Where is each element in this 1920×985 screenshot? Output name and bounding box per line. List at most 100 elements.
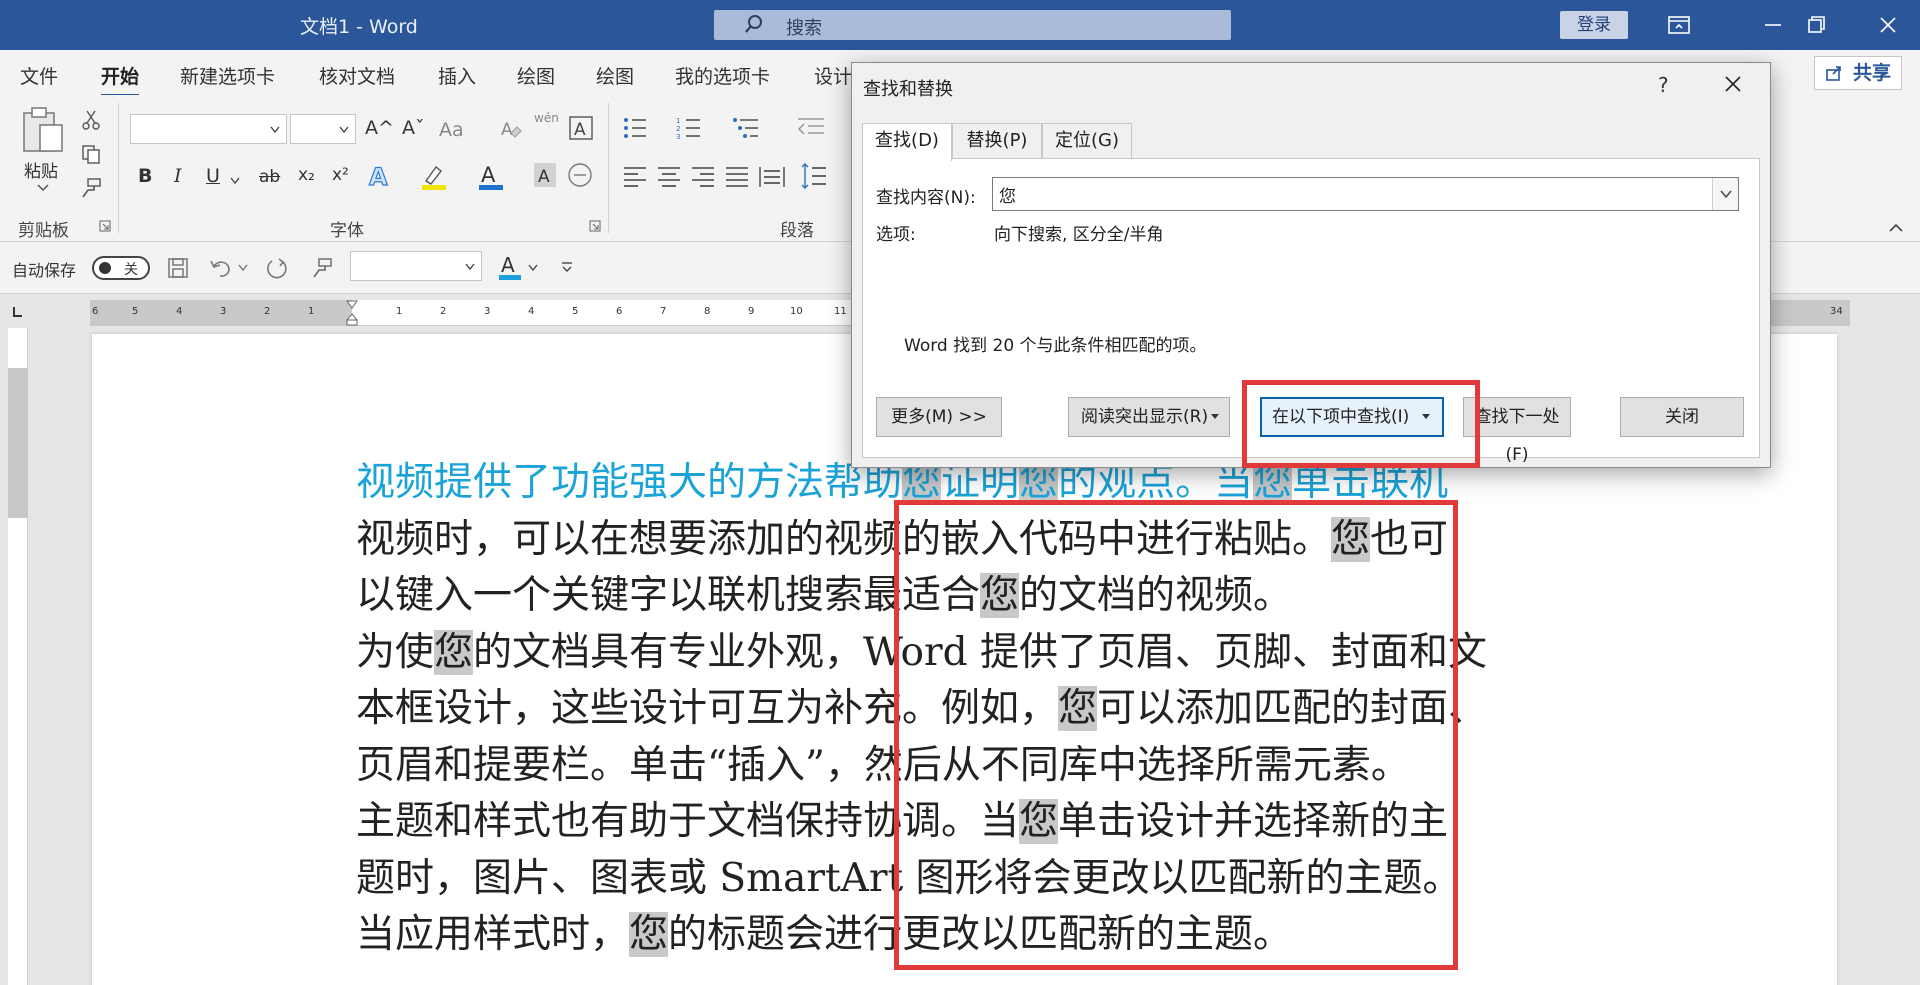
style-combo[interactable] [350, 251, 482, 281]
close-window-icon[interactable] [1875, 12, 1901, 38]
find-what-input[interactable]: 您 [992, 177, 1739, 211]
tab-home[interactable]: 开始 [101, 62, 140, 97]
font-color-qat-dropdown-icon[interactable] [528, 264, 538, 272]
tab-selector-icon[interactable] [10, 304, 26, 320]
search-input[interactable]: 搜索 [714, 10, 1231, 40]
autosave-label: 自动保存 [12, 261, 77, 280]
red-annotation-box-find-in [1242, 380, 1480, 468]
strikethrough-button[interactable]: ab [259, 167, 280, 187]
underline-dropdown-icon[interactable] [230, 177, 240, 185]
more-button[interactable]: 更多(M) >> [876, 397, 1002, 437]
options-value: 向下搜索, 区分全/半角 [994, 225, 1164, 245]
find-what-value: 您 [999, 187, 1016, 207]
font-color-icon[interactable]: A [477, 161, 505, 191]
undo-dropdown-icon[interactable] [238, 264, 248, 272]
help-button[interactable]: ? [1658, 73, 1669, 97]
indent-marker-icon[interactable] [345, 300, 359, 326]
tab-my-tab[interactable]: 我的选项卡 [675, 62, 770, 89]
italic-button[interactable]: I [174, 165, 182, 187]
search-match-highlight: 您 [629, 912, 669, 957]
line-spacing-icon[interactable] [798, 163, 828, 189]
enclose-characters-icon[interactable] [566, 161, 594, 189]
character-border-icon[interactable]: A [568, 115, 594, 141]
tab-draw[interactable]: 绘图 [517, 62, 555, 89]
font-color-qat-icon[interactable]: A [496, 252, 526, 282]
format-painter-qat-icon[interactable] [310, 256, 334, 280]
svg-text:1: 1 [676, 117, 680, 125]
character-shading-icon[interactable]: A [532, 161, 558, 189]
tab-draw-2[interactable]: 绘图 [596, 62, 634, 89]
dialog-close-button[interactable]: 关闭 [1620, 397, 1744, 437]
align-left-icon[interactable] [622, 165, 648, 189]
tab-goto[interactable]: 定位(G) [1042, 123, 1132, 159]
phonetic-guide-button[interactable]: wén [534, 111, 559, 125]
tab-design[interactable]: 设计 [814, 62, 852, 89]
underline-button[interactable]: U [206, 165, 220, 187]
share-icon [1826, 66, 1841, 81]
redo-icon[interactable] [264, 256, 290, 280]
undo-icon[interactable] [208, 256, 234, 280]
subscript-button[interactable]: x₂ [298, 165, 315, 185]
group-label-paragraph: 段落 [780, 221, 814, 241]
chevron-down-icon[interactable] [1720, 190, 1732, 199]
restore-icon[interactable] [1803, 12, 1829, 38]
autosave-toggle[interactable]: 关 [92, 256, 150, 280]
superscript-button[interactable]: x² [332, 165, 349, 185]
chevron-down-icon [270, 126, 280, 134]
font-launcher-icon[interactable] [589, 220, 601, 232]
ribbon-display-options-icon[interactable] [1666, 12, 1692, 38]
group-label-font: 字体 [330, 221, 364, 241]
dialog-title: 查找和替换 [863, 79, 953, 100]
tab-new-tab[interactable]: 新建选项卡 [180, 62, 275, 89]
change-case-button[interactable]: Aa [439, 119, 464, 141]
font-name-combo[interactable] [130, 114, 287, 144]
align-right-icon[interactable] [690, 165, 716, 189]
paste-dropdown-icon[interactable] [36, 183, 50, 193]
result-message: Word 找到 20 个与此条件相匹配的项。 [904, 336, 1207, 356]
distributed-icon[interactable] [758, 165, 786, 189]
autosave-toggle-state: 关 [124, 262, 138, 278]
text-run: 当应用样式时， [356, 912, 630, 957]
svg-text:A: A [369, 163, 388, 191]
shrink-font-button[interactable]: Aˇ [402, 117, 425, 139]
format-painter-icon[interactable] [80, 177, 102, 199]
search-match-highlight: 您 [434, 629, 474, 675]
options-label: 选项: [876, 225, 916, 245]
font-size-combo[interactable] [290, 114, 356, 144]
vertical-ruler [8, 328, 28, 985]
svg-text:A: A [538, 167, 550, 187]
tab-replace[interactable]: 替换(P) [952, 123, 1042, 159]
bullets-icon[interactable] [622, 115, 652, 141]
highlighter-icon[interactable] [420, 161, 448, 191]
multilevel-list-icon[interactable] [732, 115, 762, 141]
share-button[interactable]: 共享 [1814, 56, 1902, 90]
numbering-icon[interactable]: 123 [676, 115, 706, 141]
text-effects-icon[interactable]: A [367, 161, 395, 191]
tab-file[interactable]: 文件 [20, 62, 58, 89]
chevron-down-icon [465, 263, 475, 271]
align-center-icon[interactable] [656, 165, 682, 189]
collapse-ribbon-icon[interactable] [1888, 223, 1904, 233]
decrease-indent-icon[interactable] [796, 115, 826, 141]
grow-font-button[interactable]: A^ [365, 117, 394, 139]
dialog-close-icon[interactable] [1722, 73, 1744, 95]
reading-highlight-button[interactable]: 阅读突出显示(R) [1068, 397, 1230, 437]
save-icon[interactable] [166, 256, 190, 280]
customize-qat-icon[interactable] [560, 260, 574, 274]
tab-insert[interactable]: 插入 [438, 62, 476, 89]
login-button[interactable]: 登录 [1560, 11, 1628, 39]
minimize-icon[interactable] [1760, 12, 1786, 38]
search-placeholder: 搜索 [786, 18, 822, 39]
text-run: 为使 [356, 629, 435, 675]
tab-find[interactable]: 查找(D) [862, 123, 952, 161]
bold-button[interactable]: B [138, 165, 152, 187]
clear-formatting-icon[interactable]: A [499, 117, 523, 141]
copy-icon[interactable] [80, 143, 102, 165]
cut-icon[interactable] [80, 109, 102, 131]
clipboard-launcher-icon[interactable] [99, 220, 111, 232]
paste-icon[interactable] [20, 105, 66, 155]
tab-review-doc[interactable]: 核对文档 [319, 62, 395, 89]
svg-text:3: 3 [676, 133, 680, 141]
justify-icon[interactable] [724, 165, 750, 189]
find-label: 查找内容(N): [876, 188, 976, 208]
